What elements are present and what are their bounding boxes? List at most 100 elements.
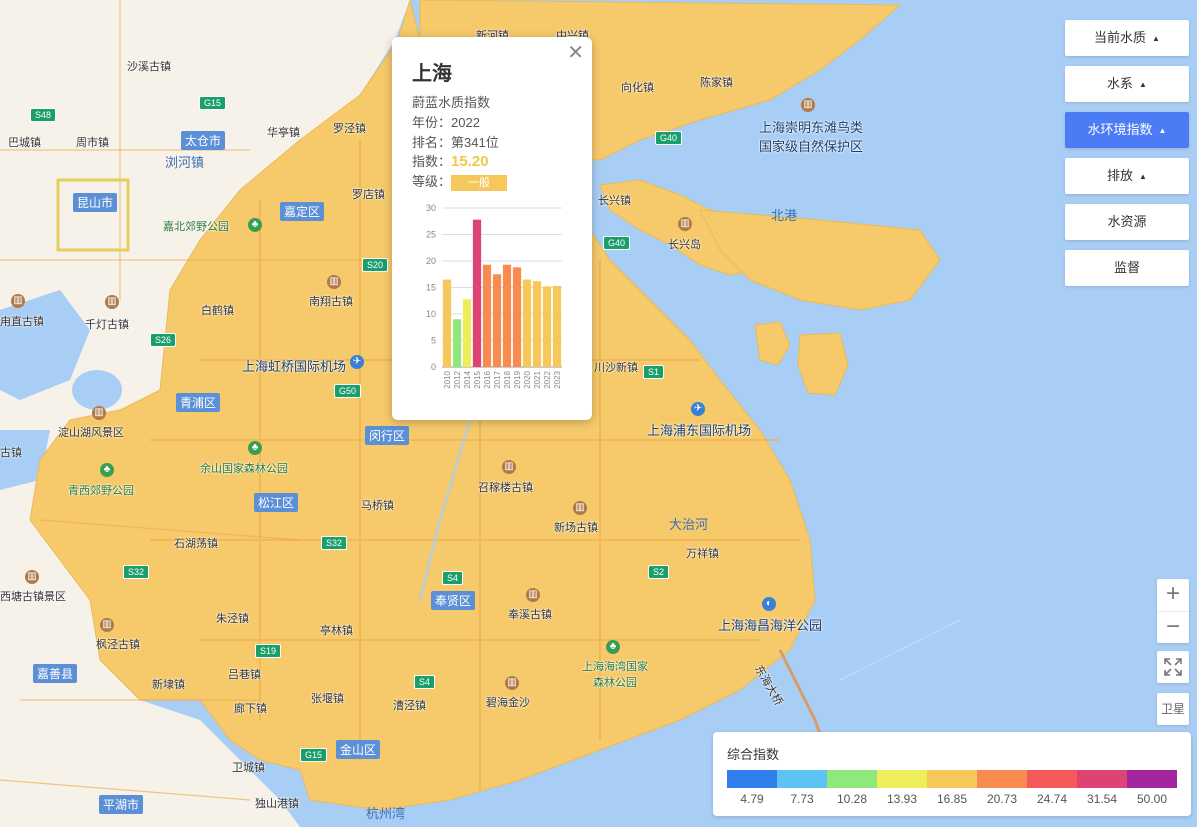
town-icon: ▥ xyxy=(25,570,39,584)
airport-icon: ✈ xyxy=(691,402,705,416)
menu-button-label: 排放 xyxy=(1107,168,1134,183)
close-icon[interactable]: ✕ xyxy=(567,40,584,65)
legend-swatch xyxy=(977,770,1027,788)
map-label-weicheng: 卫城镇 xyxy=(232,762,265,774)
fullscreen-button[interactable] xyxy=(1157,651,1189,683)
district-taicang[interactable]: 太仓市 xyxy=(181,131,226,150)
map-label-chuansha: 川沙新镇 xyxy=(594,362,638,374)
map-label-xindai: 新埭镇 xyxy=(152,679,185,691)
popup-index-row: 指数：15.20 xyxy=(412,151,489,170)
road-shield: G15 xyxy=(300,748,328,762)
bar[interactable] xyxy=(512,267,522,367)
district-pinghu[interactable]: 平湖市 xyxy=(99,795,144,814)
district-kunshan[interactable]: 昆山市 xyxy=(73,193,118,212)
menu-button-0[interactable]: 当前水质 ▲ xyxy=(1065,20,1189,56)
district-qingpu[interactable]: 青浦区 xyxy=(176,393,221,412)
year-label: 年份： xyxy=(412,115,452,130)
satellite-button[interactable]: 卫星 xyxy=(1157,693,1189,725)
map-label-qingxi: 青西郊野公园 xyxy=(68,485,134,497)
road-shield: S1 xyxy=(643,365,665,379)
legend-value: 16.85 xyxy=(936,792,968,806)
legend-swatch xyxy=(1077,770,1127,788)
popup-city-name: 上海 xyxy=(412,63,452,85)
legend-color-bar xyxy=(727,770,1177,788)
bar[interactable] xyxy=(482,264,492,367)
x-tick-label: 2016 xyxy=(483,370,492,388)
zoom-in-button[interactable]: + xyxy=(1157,579,1189,612)
map-label-maqiao: 马桥镇 xyxy=(361,500,394,512)
map-label-hangzhouwan: 杭州湾 xyxy=(366,806,406,821)
road-shield: G50 xyxy=(334,384,362,398)
legend-title: 综合指数 xyxy=(727,747,780,762)
district-jiashan[interactable]: 嘉善县 xyxy=(33,664,78,683)
menu-button-3[interactable]: 排放 ▲ xyxy=(1065,158,1189,194)
legend-value: 10.28 xyxy=(836,792,868,806)
bar[interactable] xyxy=(452,319,462,367)
x-tick-label: 2023 xyxy=(553,370,562,388)
map-label-wanxiang: 万祥镇 xyxy=(686,548,719,560)
town-icon: ▥ xyxy=(526,588,540,602)
info-popup: ✕ 上海 蔚蓝水质指数 年份：2022 排名：第341位 指数：15.20 等级… xyxy=(392,37,592,420)
district-fengxian[interactable]: 奉贤区 xyxy=(431,591,476,610)
district-jiading[interactable]: 嘉定区 xyxy=(280,202,325,221)
district-songjiang[interactable]: 松江区 xyxy=(254,493,299,512)
bar[interactable] xyxy=(442,279,452,367)
caret-up-icon: ▲ xyxy=(1139,171,1147,181)
legend-swatch xyxy=(777,770,827,788)
menu-button-label: 水资源 xyxy=(1107,214,1147,229)
town-icon: ▥ xyxy=(801,98,815,112)
menu-button-5[interactable]: 监督 xyxy=(1065,250,1189,286)
popup-rank-row: 排名：第341位 xyxy=(412,132,499,151)
menu-button-4[interactable]: 水资源 xyxy=(1065,204,1189,240)
district-minhang[interactable]: 闵行区 xyxy=(365,426,410,445)
map-label-baihe: 白鹤镇 xyxy=(201,305,234,317)
x-tick-label: 2019 xyxy=(513,370,522,388)
map-canvas[interactable] xyxy=(0,0,1197,827)
bar[interactable] xyxy=(522,279,532,367)
park-icon: ♣ xyxy=(248,218,262,232)
menu-button-1[interactable]: 水系 ▲ xyxy=(1065,66,1189,102)
bar[interactable] xyxy=(492,274,502,367)
map-label-xinchang: 新场古镇 xyxy=(554,522,598,534)
ocean-park-icon: ◐ xyxy=(762,597,776,611)
x-tick-label: 2022 xyxy=(543,370,552,388)
legend-swatch xyxy=(827,770,877,788)
map-label-changxing-island: 长兴岛 xyxy=(668,239,701,251)
town-icon: ▥ xyxy=(11,294,25,308)
bar[interactable] xyxy=(462,299,472,367)
legend-value: 50.00 xyxy=(1136,792,1168,806)
legend-value: 13.93 xyxy=(886,792,918,806)
map-label-xianghua: 向化镇 xyxy=(621,82,654,94)
map-label-zhangyan: 张堰镇 xyxy=(311,693,344,705)
town-icon: ▥ xyxy=(100,618,114,632)
bar[interactable] xyxy=(552,285,562,367)
road-shield: S19 xyxy=(255,644,282,658)
town-icon: ▥ xyxy=(327,275,341,289)
zoom-out-button[interactable]: − xyxy=(1157,612,1189,644)
bar[interactable] xyxy=(502,264,512,367)
bar[interactable] xyxy=(542,286,552,367)
airport-icon: ✈ xyxy=(350,355,364,369)
y-tick-label: 20 xyxy=(426,256,436,266)
legend-value: 24.74 xyxy=(1036,792,1068,806)
map-label-zhujing: 朱泾镇 xyxy=(216,613,249,625)
map-label-sheshan: 余山国家森林公园 xyxy=(200,463,288,475)
district-jinshan[interactable]: 金山区 xyxy=(336,740,381,759)
x-tick-label: 2015 xyxy=(473,370,482,388)
x-tick-label: 2020 xyxy=(523,370,532,388)
menu-button-2[interactable]: 水环境指数 ▲ xyxy=(1065,112,1189,148)
grade-badge: 一般 xyxy=(451,174,508,191)
park-icon: ♣ xyxy=(606,640,620,654)
map-label-xitang: 西塘古镇景区 xyxy=(0,591,66,603)
menu-button-label: 当前水质 xyxy=(1094,30,1147,45)
bar[interactable] xyxy=(532,281,542,367)
town-icon: ▥ xyxy=(92,406,106,420)
legend-swatch xyxy=(1027,770,1077,788)
town-icon: ▥ xyxy=(502,460,516,474)
popup-grade-row: 等级： 一般 xyxy=(412,171,508,191)
y-tick-label: 10 xyxy=(426,309,436,319)
legend-value: 4.79 xyxy=(740,792,764,806)
legend-values: 4.79 7.73 10.28 13.93 16.85 20.73 24.74 31.54 50… xyxy=(727,792,1177,806)
map-label-dianshan: 淀山湖风景区 xyxy=(58,427,124,439)
bar[interactable] xyxy=(472,219,482,367)
